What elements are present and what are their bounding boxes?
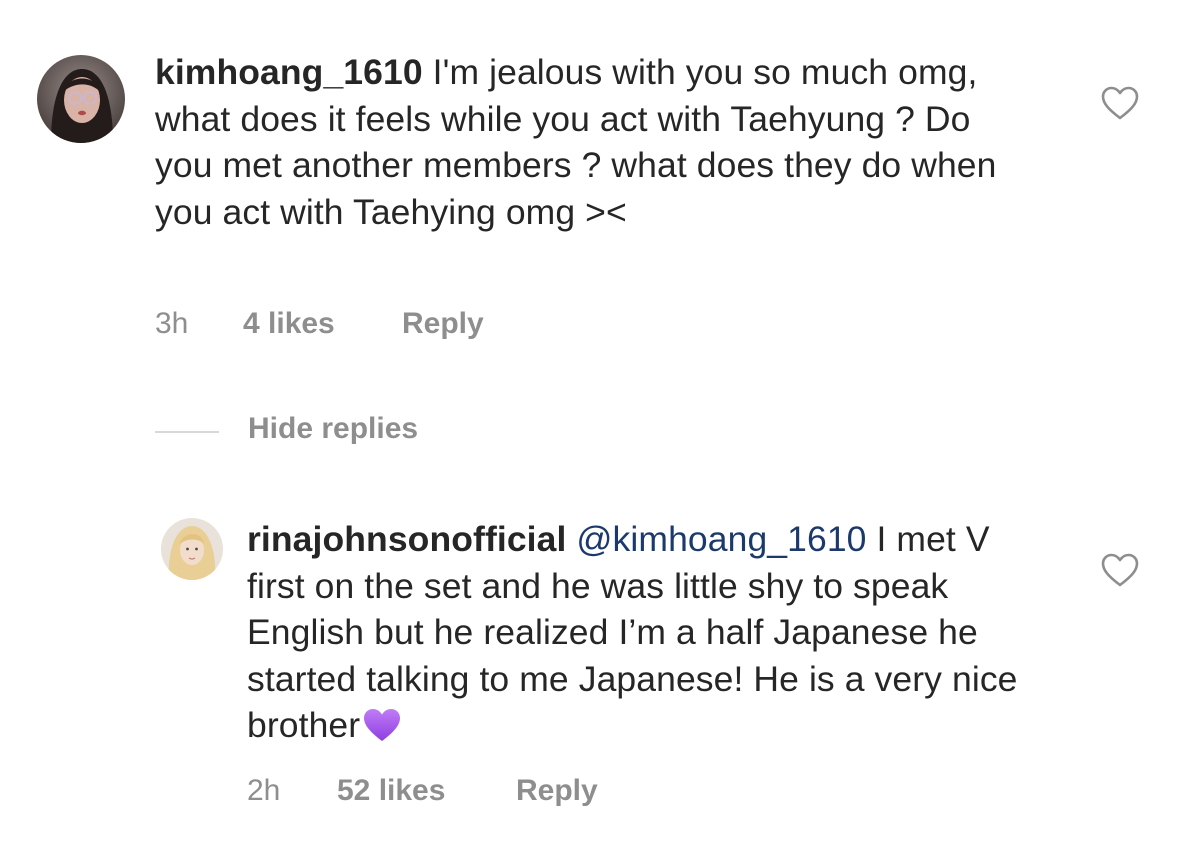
divider-line: [155, 431, 219, 433]
mention-link[interactable]: @kimhoang_1610: [576, 519, 866, 559]
reply-meta: 2h 52 likes Reply: [247, 774, 747, 814]
comment-timestamp: 3h: [155, 307, 189, 340]
avatar[interactable]: [161, 518, 223, 580]
reply-button[interactable]: Reply: [402, 307, 484, 341]
hide-replies-toggle[interactable]: Hide replies: [155, 412, 555, 452]
reply-comment: rinajohnsonofficial @kimhoang_1610 I met…: [0, 500, 1200, 840]
likes-count-link[interactable]: 4 likes: [243, 307, 335, 341]
comment-username[interactable]: kimhoang_1610: [155, 52, 423, 92]
reply-button[interactable]: Reply: [516, 774, 598, 808]
heart-outline-icon[interactable]: [1100, 552, 1140, 588]
avatar[interactable]: [37, 55, 125, 143]
purple-heart-icon: [364, 709, 401, 741]
user-avatar-icon: [161, 518, 223, 580]
heart-outline-icon[interactable]: [1100, 85, 1140, 121]
comment-meta: 3h 4 likes Reply: [155, 307, 655, 347]
reply-text: rinajohnsonofficial @kimhoang_1610 I met…: [247, 516, 1047, 749]
likes-count-link[interactable]: 52 likes: [337, 774, 445, 808]
comment-text: kimhoang_1610 I'm jealous with you so mu…: [155, 49, 1035, 235]
hide-replies-label: Hide replies: [248, 412, 419, 445]
reply-username[interactable]: rinajohnsonofficial: [247, 519, 566, 559]
comment: kimhoang_1610 I'm jealous with you so mu…: [0, 0, 1200, 360]
user-avatar-icon: [37, 55, 125, 143]
reply-timestamp: 2h: [247, 774, 281, 807]
